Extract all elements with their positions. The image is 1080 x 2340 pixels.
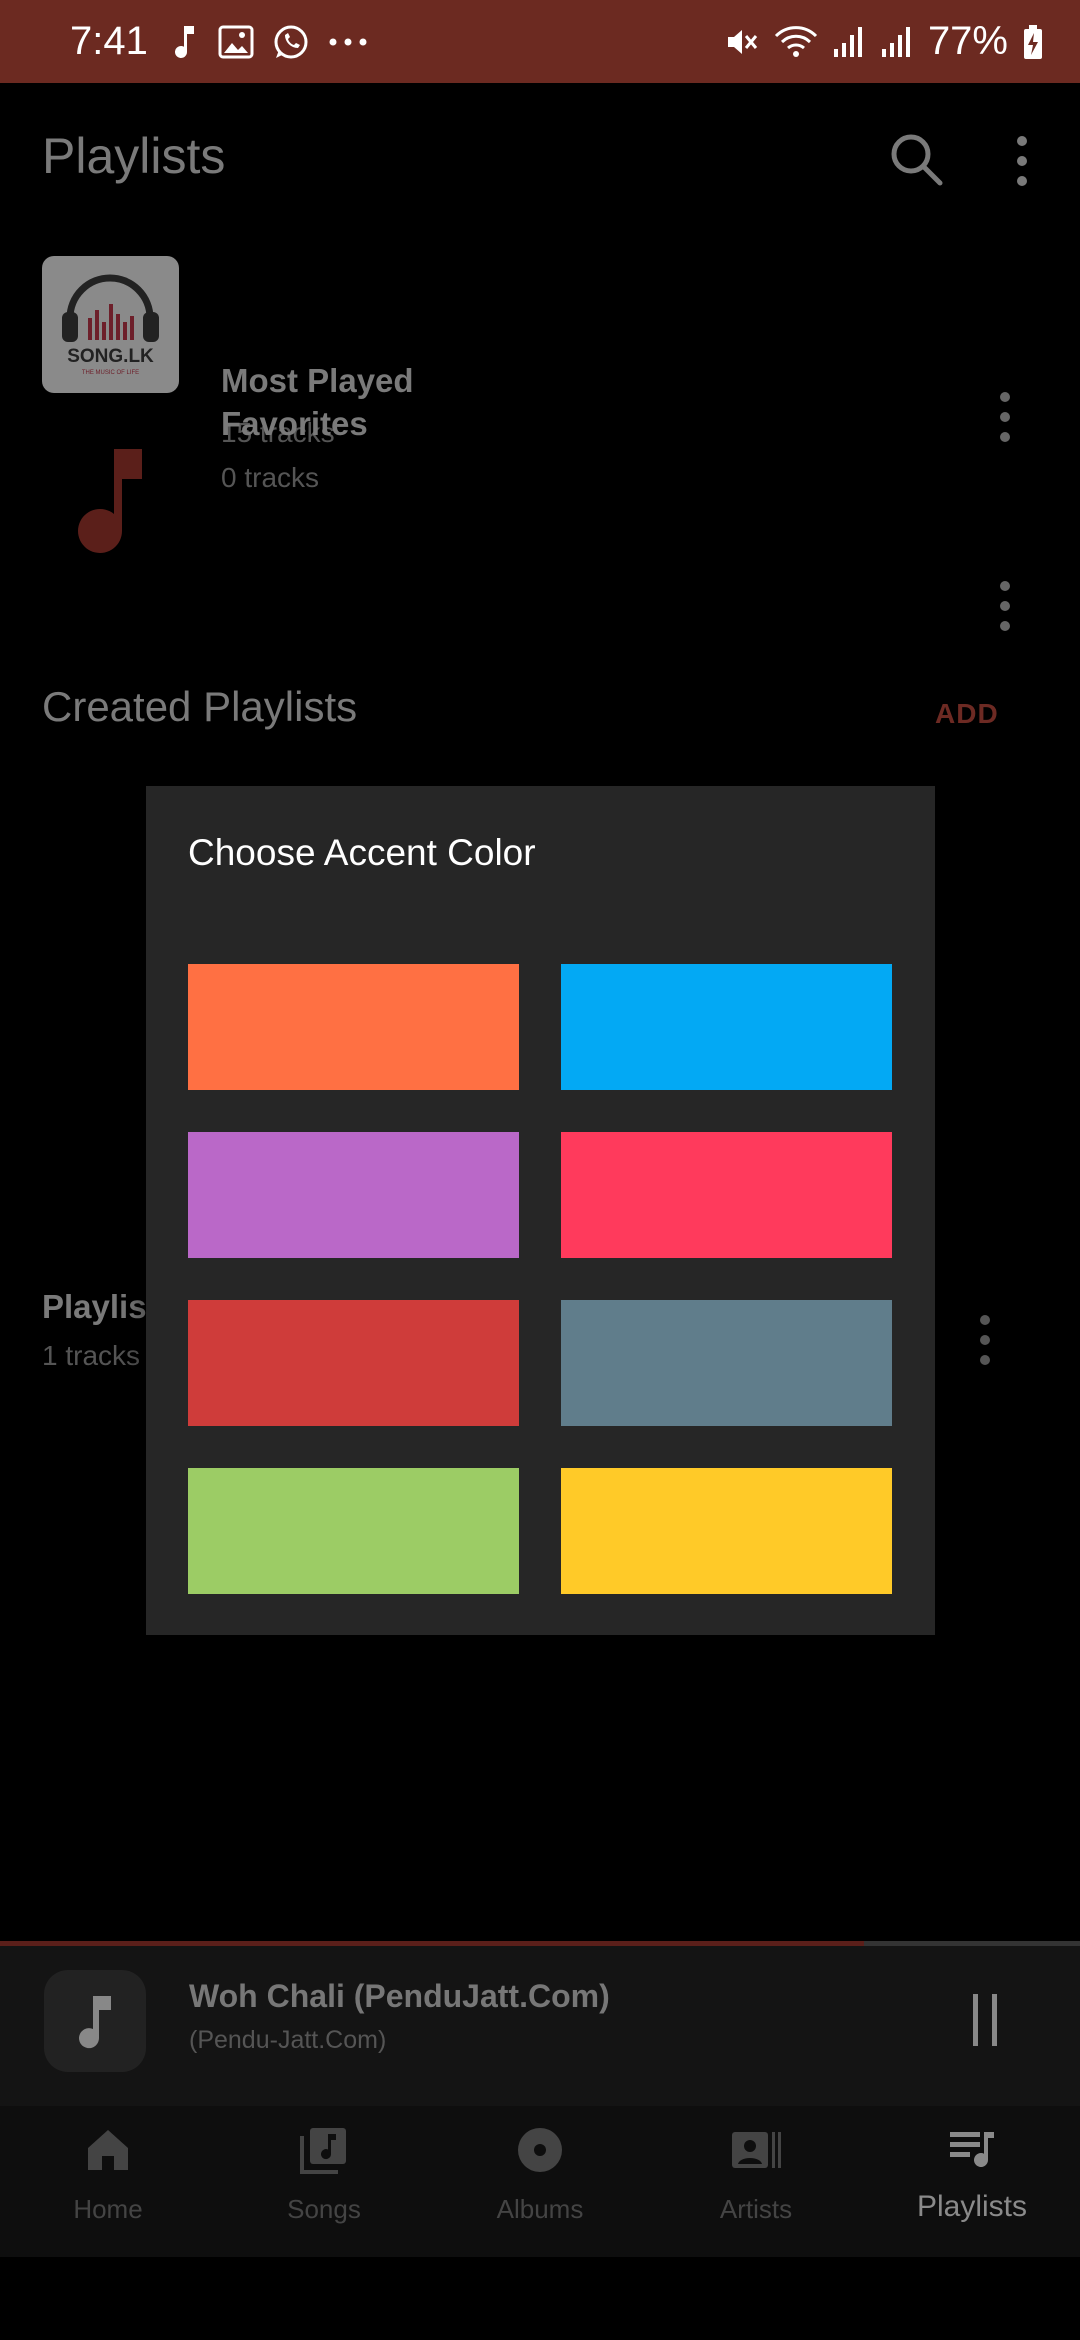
battery-percentage: 77% [927, 19, 1008, 63]
signal-icon [881, 26, 910, 57]
color-swatch-purple[interactable] [188, 1132, 519, 1258]
color-swatch-light-green[interactable] [188, 1468, 519, 1594]
battery-charging-icon [1024, 24, 1042, 59]
status-time: 7:41 [70, 19, 148, 63]
color-swatch-pink[interactable] [561, 1132, 892, 1258]
whatsapp-icon [274, 25, 308, 58]
mute-icon [727, 29, 758, 54]
wifi-icon [774, 25, 818, 57]
color-swatch-light-blue[interactable] [561, 964, 892, 1090]
status-bar: 7:41 77% [0, 0, 1080, 83]
music-note-icon [174, 25, 194, 58]
accent-color-dialog: Choose Accent Color [146, 786, 935, 1635]
color-swatch-orange[interactable] [188, 964, 519, 1090]
color-swatch-red[interactable] [188, 1300, 519, 1426]
color-swatch-blue-grey[interactable] [561, 1300, 892, 1426]
dialog-title: Choose Accent Color [188, 832, 536, 873]
color-swatch-amber[interactable] [561, 1468, 892, 1594]
signal-icon [833, 26, 862, 57]
image-icon [218, 25, 254, 58]
more-dots-icon [329, 38, 367, 45]
